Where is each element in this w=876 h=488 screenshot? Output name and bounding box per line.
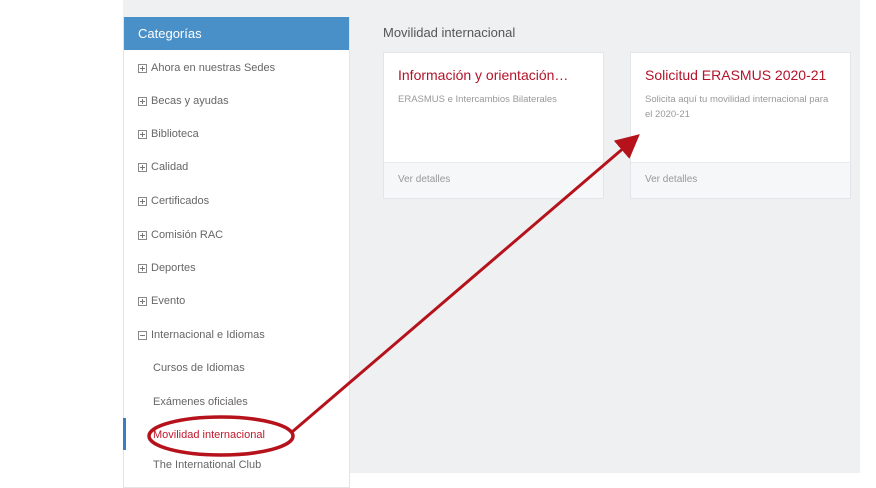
card-footer: Ver detalles bbox=[384, 162, 603, 198]
card-title[interactable]: Información y orientación… bbox=[398, 67, 568, 83]
details-link[interactable]: Ver detalles bbox=[645, 174, 697, 185]
subitem-cursos-de-idiomas[interactable]: Cursos de Idiomas bbox=[153, 362, 245, 374]
active-indicator bbox=[123, 418, 126, 450]
category-label: Internacional e Idiomas bbox=[151, 329, 265, 341]
category-label: Ahora en nuestras Sedes bbox=[151, 62, 276, 74]
sidebar-header: Categorías bbox=[124, 17, 349, 50]
category-label: Comisión RAC bbox=[151, 229, 224, 241]
category-certificados[interactable]: Certificados bbox=[138, 195, 209, 207]
expand-plus-icon[interactable] bbox=[138, 96, 147, 106]
page-margin-right bbox=[860, 0, 876, 473]
category-biblioteca[interactable]: Biblioteca bbox=[138, 128, 199, 140]
card-solicitud-erasmus[interactable]: Solicitud ERASMUS 2020-21 Solicita aquí … bbox=[630, 52, 851, 199]
category-sidebar: Categorías Ahora en nuestras Sedes Becas… bbox=[123, 17, 350, 488]
card-description: ERASMUS e Intercambios Bilaterales bbox=[398, 94, 557, 105]
subitem-the-international-club[interactable]: The International Club bbox=[153, 459, 261, 471]
expand-plus-icon[interactable] bbox=[138, 63, 147, 73]
expand-plus-icon[interactable] bbox=[138, 196, 147, 206]
category-deportes[interactable]: Deportes bbox=[138, 262, 196, 274]
subitem-examenes-oficiales[interactable]: Exámenes oficiales bbox=[153, 396, 248, 408]
expand-plus-icon[interactable] bbox=[138, 129, 147, 139]
category-label: Evento bbox=[151, 295, 186, 307]
expand-plus-icon[interactable] bbox=[138, 162, 147, 172]
expand-plus-icon[interactable] bbox=[138, 296, 147, 306]
category-becas-y-ayudas[interactable]: Becas y ayudas bbox=[138, 95, 229, 107]
category-label: Deportes bbox=[151, 262, 196, 274]
details-link[interactable]: Ver detalles bbox=[398, 174, 450, 185]
category-ahora-en-nuestras-sedes[interactable]: Ahora en nuestras Sedes bbox=[138, 62, 275, 74]
page-margin-left bbox=[0, 0, 123, 473]
category-comision-rac[interactable]: Comisión RAC bbox=[138, 229, 223, 241]
subitem-movilidad-internacional[interactable]: Movilidad internacional bbox=[153, 429, 265, 441]
expand-plus-icon[interactable] bbox=[138, 263, 147, 273]
card-description: Solicita aquí tu movilidad internacional… bbox=[645, 94, 829, 120]
section-title: Movilidad internacional bbox=[383, 25, 516, 40]
expand-plus-icon[interactable] bbox=[138, 230, 147, 240]
category-label: Becas y ayudas bbox=[151, 95, 229, 107]
category-label: Biblioteca bbox=[151, 128, 199, 140]
category-evento[interactable]: Evento bbox=[138, 295, 185, 307]
category-label: Calidad bbox=[151, 161, 189, 173]
category-internacional-e-idiomas[interactable]: Internacional e Idiomas bbox=[138, 329, 265, 341]
card-informacion-orientacion[interactable]: Información y orientación… ERASMUS e Int… bbox=[383, 52, 604, 199]
card-title[interactable]: Solicitud ERASMUS 2020-21 bbox=[645, 67, 826, 83]
category-calidad[interactable]: Calidad bbox=[138, 161, 188, 173]
collapse-minus-icon[interactable] bbox=[138, 330, 147, 340]
category-label: Certificados bbox=[151, 195, 210, 207]
card-footer: Ver detalles bbox=[631, 162, 850, 198]
